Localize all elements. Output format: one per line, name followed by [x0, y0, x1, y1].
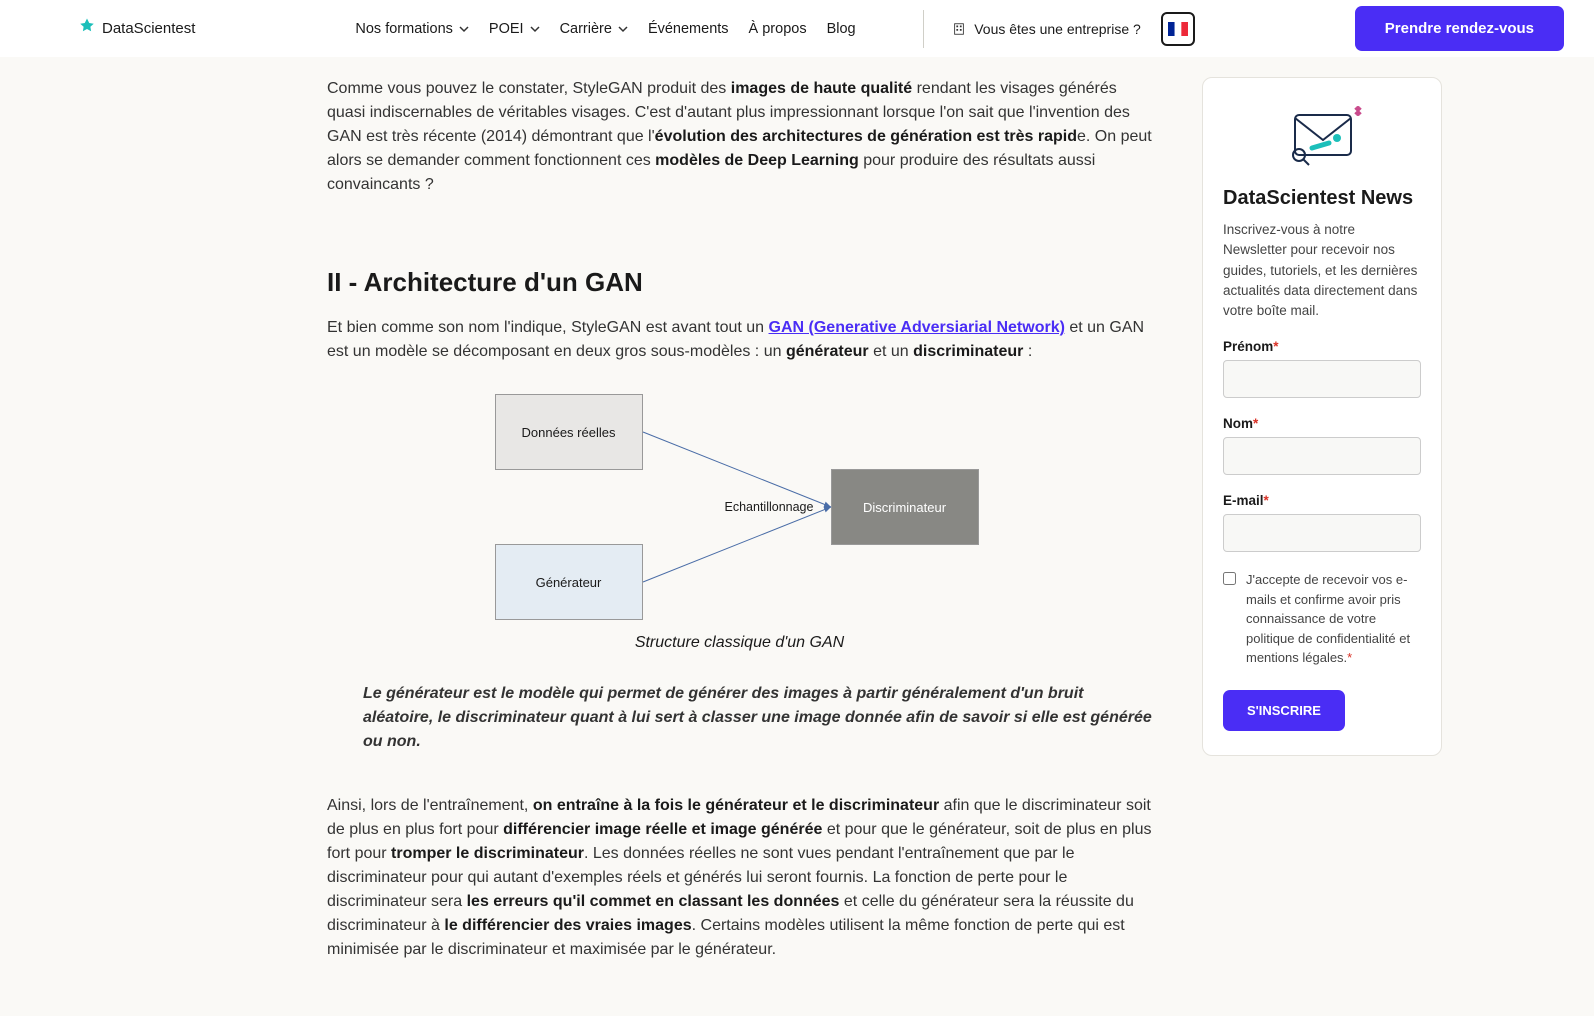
input-prenom[interactable] — [1223, 360, 1421, 398]
bold-text: les erreurs qu'il commet en classant les… — [467, 893, 840, 910]
text: J'accepte de recevoir vos e-mails et con… — [1246, 572, 1410, 665]
bold-text: tromper le discriminateur — [391, 845, 584, 862]
bold-text: le différencier des vraies images — [444, 917, 691, 934]
diagram-box-discriminator: Discriminateur — [831, 469, 979, 545]
building-icon — [952, 22, 966, 36]
card-title: DataScientest News — [1223, 187, 1421, 210]
text: Et bien comme son nom l'indique, StyleGA… — [327, 319, 769, 336]
text: Comme vous pouvez le constater, StyleGAN… — [327, 80, 731, 97]
paragraph-1: Comme vous pouvez le constater, StyleGAN… — [327, 77, 1152, 197]
submit-button[interactable]: S'INSCRIRE — [1223, 690, 1345, 731]
quote-block: Le générateur est le modèle qui permet d… — [363, 682, 1152, 754]
nav-formations[interactable]: Nos formations — [355, 21, 469, 37]
input-nom[interactable] — [1223, 437, 1421, 475]
label-text: Nom — [1223, 416, 1253, 431]
nav-poei-label: POEI — [489, 21, 524, 37]
card-description: Inscrivez-vous à notre Newsletter pour r… — [1223, 220, 1421, 321]
nav-blog[interactable]: Blog — [827, 21, 856, 37]
diagram-label-sampling: Echantillonnage — [725, 500, 814, 514]
paragraph-2: Et bien comme son nom l'indique, StyleGA… — [327, 316, 1152, 364]
bold-text: images de haute qualité — [731, 80, 912, 97]
enterprise-link[interactable]: Vous êtes une entreprise ? — [952, 21, 1141, 37]
label-text: E-mail — [1223, 493, 1264, 508]
bold-text: discriminateur — [913, 343, 1023, 360]
label-text: Prénom — [1223, 339, 1273, 354]
field-nom: Nom* — [1223, 416, 1421, 475]
envelope-icon — [1223, 100, 1421, 175]
nav-blog-label: Blog — [827, 21, 856, 37]
field-email: E-mail* — [1223, 493, 1421, 552]
logo-icon — [78, 17, 96, 40]
nav-apropos[interactable]: À propos — [749, 21, 807, 37]
text: et un — [869, 343, 913, 360]
logo[interactable]: DataScientest — [78, 17, 195, 40]
header-right: Vous êtes une entreprise ? Prendre rende… — [915, 6, 1564, 51]
bold-text: on entraîne à la fois le générateur et l… — [533, 797, 939, 814]
input-email[interactable] — [1223, 514, 1421, 552]
chevron-down-icon — [530, 24, 540, 34]
nav-apropos-label: À propos — [749, 21, 807, 37]
heading-2: II - Architecture d'un GAN — [327, 267, 1152, 298]
cta-button[interactable]: Prendre rendez-vous — [1355, 6, 1564, 51]
nav-carriere-label: Carrière — [560, 21, 612, 37]
consent-checkbox[interactable] — [1223, 572, 1236, 585]
consent-row: J'accepte de recevoir vos e-mails et con… — [1223, 570, 1421, 668]
required-marker: * — [1253, 416, 1258, 431]
diagram-caption: Structure classique d'un GAN — [327, 634, 1152, 652]
required-marker: * — [1347, 650, 1352, 665]
nav-evenements-label: Événements — [648, 21, 729, 37]
diagram-box-real-data: Données réelles — [495, 394, 643, 470]
bold-text: évolution des architectures de génératio… — [655, 128, 1077, 145]
bold-text: générateur — [786, 343, 869, 360]
text: Ainsi, lors de l'entraînement, — [327, 797, 533, 814]
flag-france-icon — [1168, 22, 1188, 36]
chevron-down-icon — [459, 24, 469, 34]
bold-text: modèles de Deep Learning — [655, 152, 859, 169]
newsletter-card: DataScientest News Inscrivez-vous à notr… — [1202, 77, 1442, 756]
required-marker: * — [1264, 493, 1269, 508]
label-prenom: Prénom* — [1223, 339, 1421, 354]
required-marker: * — [1273, 339, 1278, 354]
nav-evenements[interactable]: Événements — [648, 21, 729, 37]
main-nav: Nos formations POEI Carrière Événements … — [355, 21, 855, 37]
text: : — [1023, 343, 1032, 360]
nav-carriere[interactable]: Carrière — [560, 21, 628, 37]
divider — [923, 10, 924, 48]
sidebar: DataScientest News Inscrivez-vous à notr… — [1202, 77, 1442, 976]
paragraph-3: Ainsi, lors de l'entraînement, on entraî… — [327, 794, 1152, 962]
gan-link[interactable]: GAN (Generative Adversiarial Network) — [769, 319, 1065, 336]
diagram-box-generator: Générateur — [495, 544, 643, 620]
label-email: E-mail* — [1223, 493, 1421, 508]
logo-text: DataScientest — [102, 20, 195, 37]
field-prenom: Prénom* — [1223, 339, 1421, 398]
label-nom: Nom* — [1223, 416, 1421, 431]
chevron-down-icon — [618, 24, 628, 34]
header: DataScientest Nos formations POEI Carriè… — [0, 0, 1594, 57]
nav-poei[interactable]: POEI — [489, 21, 540, 37]
article: Comme vous pouvez le constater, StyleGAN… — [327, 77, 1152, 976]
nav-formations-label: Nos formations — [355, 21, 453, 37]
consent-text: J'accepte de recevoir vos e-mails et con… — [1246, 570, 1421, 668]
gan-diagram: Données réelles Générateur Discriminateu… — [495, 394, 985, 624]
enterprise-text: Vous êtes une entreprise ? — [974, 21, 1141, 37]
language-selector[interactable] — [1161, 12, 1195, 46]
bold-text: différencier image réelle et image génér… — [503, 821, 822, 838]
